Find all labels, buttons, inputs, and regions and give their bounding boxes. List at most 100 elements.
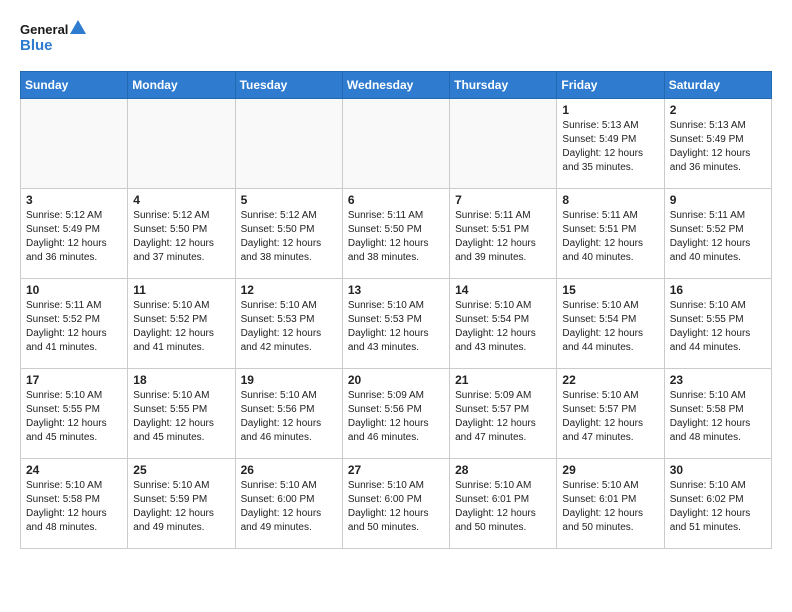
day-number: 2 bbox=[670, 103, 766, 117]
day-info: Sunrise: 5:10 AM Sunset: 5:54 PM Dayligh… bbox=[562, 299, 658, 355]
day-info: Sunrise: 5:09 AM Sunset: 5:56 PM Dayligh… bbox=[348, 389, 444, 445]
calendar-cell: 9 Sunrise: 5:11 AM Sunset: 5:52 PM Daylig… bbox=[664, 189, 771, 279]
svg-text:General: General bbox=[20, 22, 68, 37]
day-info: Sunrise: 5:10 AM Sunset: 5:55 PM Dayligh… bbox=[670, 299, 766, 355]
calendar-cell bbox=[21, 99, 128, 189]
calendar-cell: 23 Sunrise: 5:10 AM Sunset: 5:58 PM Dayli… bbox=[664, 369, 771, 459]
calendar-cell: 3 Sunrise: 5:12 AM Sunset: 5:49 PM Daylig… bbox=[21, 189, 128, 279]
calendar-cell: 5Sunrise: 5:12 AM Sunset: 5:50 PM Daylig… bbox=[235, 189, 342, 279]
calendar-cell: 13 Sunrise: 5:10 AM Sunset: 5:53 PM Dayli… bbox=[342, 279, 449, 369]
day-info: Sunrise: 5:10 AM Sunset: 5:57 PM Dayligh… bbox=[562, 389, 658, 445]
calendar-cell: 22 Sunrise: 5:10 AM Sunset: 5:57 PM Dayli… bbox=[557, 369, 664, 459]
day-number: 1 bbox=[562, 103, 658, 117]
day-number: 18 bbox=[133, 373, 229, 387]
day-info: Sunrise: 5:10 AM Sunset: 5:56 PM Dayligh… bbox=[241, 389, 337, 445]
weekday-header-tuesday: Tuesday bbox=[235, 72, 342, 99]
svg-text:Blue: Blue bbox=[20, 37, 53, 54]
logo-svg: General Blue bbox=[20, 16, 90, 61]
day-number: 24 bbox=[26, 463, 122, 477]
calendar-cell: 6 Sunrise: 5:11 AM Sunset: 5:50 PM Daylig… bbox=[342, 189, 449, 279]
day-info: Sunrise: 5:11 AM Sunset: 5:50 PM Dayligh… bbox=[348, 209, 444, 265]
day-number: 21 bbox=[455, 373, 551, 387]
calendar-cell: 27 Sunrise: 5:10 AM Sunset: 6:00 PM Dayli… bbox=[342, 459, 449, 549]
calendar-cell bbox=[450, 99, 557, 189]
day-info: Sunrise: 5:10 AM Sunset: 6:01 PM Dayligh… bbox=[455, 479, 551, 535]
day-number: 3 bbox=[26, 193, 122, 207]
day-number: 6 bbox=[348, 193, 444, 207]
calendar-cell: 12 Sunrise: 5:10 AM Sunset: 5:53 PM Dayli… bbox=[235, 279, 342, 369]
day-number: 28 bbox=[455, 463, 551, 477]
calendar-cell: 4 Sunrise: 5:12 AM Sunset: 5:50 PM Daylig… bbox=[128, 189, 235, 279]
day-number: 15 bbox=[562, 283, 658, 297]
day-number: 10 bbox=[26, 283, 122, 297]
calendar-cell: 16 Sunrise: 5:10 AM Sunset: 5:55 PM Dayli… bbox=[664, 279, 771, 369]
week-row-3: 17 Sunrise: 5:10 AM Sunset: 5:55 PM Dayli… bbox=[21, 369, 772, 459]
weekday-header-monday: Monday bbox=[128, 72, 235, 99]
weekday-header-thursday: Thursday bbox=[450, 72, 557, 99]
calendar-cell: 8 Sunrise: 5:11 AM Sunset: 5:51 PM Daylig… bbox=[557, 189, 664, 279]
weekday-header-saturday: Saturday bbox=[664, 72, 771, 99]
day-number: 17 bbox=[26, 373, 122, 387]
calendar-cell bbox=[128, 99, 235, 189]
calendar-cell: 2 Sunrise: 5:13 AM Sunset: 5:49 PM Daylig… bbox=[664, 99, 771, 189]
week-row-2: 10 Sunrise: 5:11 AM Sunset: 5:52 PM Dayli… bbox=[21, 279, 772, 369]
day-info: Sunrise: 5:10 AM Sunset: 6:00 PM Dayligh… bbox=[348, 479, 444, 535]
day-info: Sunrise: 5:13 AM Sunset: 5:49 PM Dayligh… bbox=[670, 119, 766, 175]
day-info: Sunrise: 5:10 AM Sunset: 5:58 PM Dayligh… bbox=[670, 389, 766, 445]
day-number: 29 bbox=[562, 463, 658, 477]
day-info: Sunrise: 5:10 AM Sunset: 6:00 PM Dayligh… bbox=[241, 479, 337, 535]
calendar-cell bbox=[235, 99, 342, 189]
weekday-header-row: SundayMondayTuesdayWednesdayThursdayFrid… bbox=[21, 72, 772, 99]
day-number: 9 bbox=[670, 193, 766, 207]
day-info: Sunrise: 5:10 AM Sunset: 5:55 PM Dayligh… bbox=[26, 389, 122, 445]
day-info: Sunrise: 5:09 AM Sunset: 5:57 PM Dayligh… bbox=[455, 389, 551, 445]
day-info: Sunrise: 5:11 AM Sunset: 5:51 PM Dayligh… bbox=[562, 209, 658, 265]
week-row-1: 3 Sunrise: 5:12 AM Sunset: 5:49 PM Daylig… bbox=[21, 189, 772, 279]
day-info: Sunrise: 5:11 AM Sunset: 5:51 PM Dayligh… bbox=[455, 209, 551, 265]
weekday-header-wednesday: Wednesday bbox=[342, 72, 449, 99]
day-number: 4 bbox=[133, 193, 229, 207]
day-info: Sunrise: 5:10 AM Sunset: 5:53 PM Dayligh… bbox=[348, 299, 444, 355]
day-number: 22 bbox=[562, 373, 658, 387]
calendar-table: SundayMondayTuesdayWednesdayThursdayFrid… bbox=[20, 71, 772, 549]
day-number: 7 bbox=[455, 193, 551, 207]
calendar-cell: 10 Sunrise: 5:11 AM Sunset: 5:52 PM Dayli… bbox=[21, 279, 128, 369]
day-number: 30 bbox=[670, 463, 766, 477]
day-info: Sunrise: 5:12 AM Sunset: 5:49 PM Dayligh… bbox=[26, 209, 122, 265]
week-row-4: 24 Sunrise: 5:10 AM Sunset: 5:58 PM Dayli… bbox=[21, 459, 772, 549]
day-info: Sunrise: 5:10 AM Sunset: 5:52 PM Dayligh… bbox=[133, 299, 229, 355]
calendar-cell: 14Sunrise: 5:10 AM Sunset: 5:54 PM Dayli… bbox=[450, 279, 557, 369]
calendar-cell: 25Sunrise: 5:10 AM Sunset: 5:59 PM Dayli… bbox=[128, 459, 235, 549]
day-number: 11 bbox=[133, 283, 229, 297]
calendar-cell: 7 Sunrise: 5:11 AM Sunset: 5:51 PM Daylig… bbox=[450, 189, 557, 279]
day-info: Sunrise: 5:10 AM Sunset: 5:53 PM Dayligh… bbox=[241, 299, 337, 355]
day-number: 27 bbox=[348, 463, 444, 477]
page: General Blue SundayMondayTuesdayWednesda… bbox=[0, 0, 792, 569]
day-info: Sunrise: 5:10 AM Sunset: 5:59 PM Dayligh… bbox=[133, 479, 229, 535]
calendar-cell: 17 Sunrise: 5:10 AM Sunset: 5:55 PM Dayli… bbox=[21, 369, 128, 459]
day-info: Sunrise: 5:10 AM Sunset: 5:54 PM Dayligh… bbox=[455, 299, 551, 355]
day-number: 16 bbox=[670, 283, 766, 297]
day-info: Sunrise: 5:11 AM Sunset: 5:52 PM Dayligh… bbox=[26, 299, 122, 355]
calendar-cell: 18Sunrise: 5:10 AM Sunset: 5:55 PM Dayli… bbox=[128, 369, 235, 459]
calendar-cell: 28 Sunrise: 5:10 AM Sunset: 6:01 PM Dayli… bbox=[450, 459, 557, 549]
day-number: 8 bbox=[562, 193, 658, 207]
calendar-cell: 20Sunrise: 5:09 AM Sunset: 5:56 PM Dayli… bbox=[342, 369, 449, 459]
day-number: 13 bbox=[348, 283, 444, 297]
day-info: Sunrise: 5:12 AM Sunset: 5:50 PM Dayligh… bbox=[133, 209, 229, 265]
calendar-cell: 15 Sunrise: 5:10 AM Sunset: 5:54 PM Dayli… bbox=[557, 279, 664, 369]
calendar-cell: 21 Sunrise: 5:09 AM Sunset: 5:57 PM Dayli… bbox=[450, 369, 557, 459]
calendar-cell: 24 Sunrise: 5:10 AM Sunset: 5:58 PM Dayli… bbox=[21, 459, 128, 549]
day-number: 12 bbox=[241, 283, 337, 297]
calendar-cell: 26 Sunrise: 5:10 AM Sunset: 6:00 PM Dayli… bbox=[235, 459, 342, 549]
day-info: Sunrise: 5:10 AM Sunset: 6:02 PM Dayligh… bbox=[670, 479, 766, 535]
day-number: 26 bbox=[241, 463, 337, 477]
weekday-header-friday: Friday bbox=[557, 72, 664, 99]
day-info: Sunrise: 5:10 AM Sunset: 5:58 PM Dayligh… bbox=[26, 479, 122, 535]
day-info: Sunrise: 5:11 AM Sunset: 5:52 PM Dayligh… bbox=[670, 209, 766, 265]
day-info: Sunrise: 5:12 AM Sunset: 5:50 PM Dayligh… bbox=[241, 209, 337, 265]
day-info: Sunrise: 5:13 AM Sunset: 5:49 PM Dayligh… bbox=[562, 119, 658, 175]
calendar-cell: 1 Sunrise: 5:13 AM Sunset: 5:49 PM Daylig… bbox=[557, 99, 664, 189]
day-number: 23 bbox=[670, 373, 766, 387]
calendar-cell: 29Sunrise: 5:10 AM Sunset: 6:01 PM Dayli… bbox=[557, 459, 664, 549]
